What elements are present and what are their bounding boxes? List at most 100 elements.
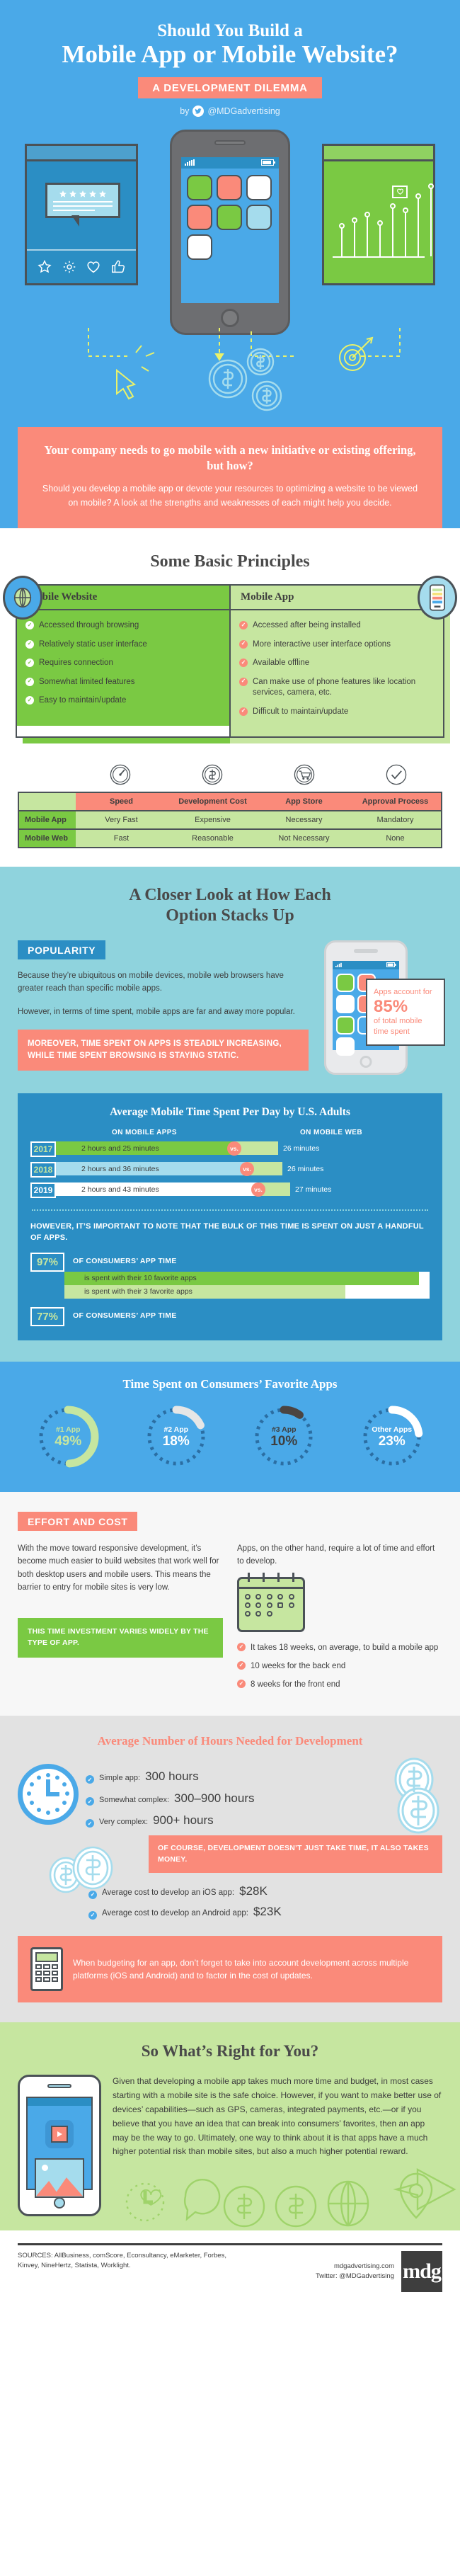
- check-icon: ✓: [239, 659, 248, 668]
- effort-cost-tag: EFFORT AND COST: [18, 1511, 138, 1531]
- list-item-label: Average cost to develop an Android app:: [102, 1909, 248, 1918]
- column-header: Development Cost: [178, 797, 247, 807]
- donut-label: #2 App: [163, 1425, 189, 1434]
- callout-value: 85%: [374, 996, 408, 1016]
- twitter-bird-icon: [192, 105, 205, 117]
- footer-website[interactable]: mdgadvertising.com: [316, 2262, 394, 2272]
- budget-text: When budgeting for an app, don’t forget …: [73, 1957, 409, 1981]
- column-body: ✓ Accessed through browsing ✓ Relatively s…: [17, 610, 229, 726]
- check-icon: ✓: [237, 1660, 246, 1670]
- hours-title: Average Number of Hours Needed for Devel…: [97, 1733, 363, 1748]
- app-icon: [187, 204, 212, 230]
- avg-time-title: Average Mobile Time Spent Per Day by U.S…: [110, 1105, 350, 1118]
- comparison-table: Mobile Website ✓ Accessed through browsin…: [16, 584, 444, 739]
- web-value: 26 minutes: [283, 1144, 320, 1153]
- check-icon: ✓: [86, 1797, 94, 1806]
- list-item: ✓ Average cost to develop an iOS app: $28K: [88, 1884, 442, 1899]
- hero-phone: [170, 129, 290, 335]
- chart-row-2019: 2019 2 hours and 43 minutes vs. 27 minut…: [30, 1182, 430, 1198]
- closer-title-line-2: Option Stacks Up: [166, 906, 294, 925]
- list-item-label: Available offline: [253, 659, 310, 668]
- vs-badge: vs.: [240, 1161, 254, 1176]
- effort-right-column: Apps, on the other hand, require a lot o…: [237, 1542, 442, 1697]
- fav-apps-97: 97% OF CONSUMERS’ APP TIME: [30, 1252, 430, 1272]
- conclusion-title: So What’s Right for You?: [141, 2042, 319, 2061]
- comparison-column-app: Mobile App ✓ Accessed after being install…: [229, 586, 443, 737]
- handful-note: HOWEVER, IT’S IMPORTANT TO NOTE THAT THE…: [30, 1221, 424, 1243]
- gear-icon: [63, 261, 75, 273]
- app-icon: [187, 174, 212, 200]
- clock-icon: [18, 1763, 79, 1825]
- donut-value: 23%: [378, 1433, 406, 1449]
- check-icon: ✓: [88, 1890, 97, 1899]
- review-bubble: [45, 182, 120, 227]
- app-icon: [217, 204, 242, 230]
- list-item: ✓ Average cost to develop an Android app:…: [88, 1905, 442, 1920]
- tablet-reviews: [25, 143, 138, 285]
- row-label: Mobile App: [19, 811, 76, 829]
- hero-devices-illustration: [14, 129, 446, 342]
- list-item: ✓ Difficult to maintain/update: [239, 707, 435, 718]
- check-icon: ✓: [86, 1819, 94, 1828]
- percent-label: OF CONSUMERS’ APP TIME: [73, 1256, 177, 1265]
- divider: [32, 1209, 428, 1211]
- list-item: ✓ Accessed after being installed: [239, 620, 435, 632]
- donut-label: Other Apps: [372, 1425, 413, 1434]
- favorites-title: Time Spent on Consumers’ Favorite Apps: [122, 1377, 338, 1391]
- chart-row-2017: 2017 2 hours and 25 minutes vs. 26 minut…: [30, 1141, 430, 1157]
- intro-section: Your company needs to go mobile with a n…: [0, 426, 460, 529]
- list-item-label: Easy to maintain/update: [39, 696, 127, 705]
- comparison-table-wrapper: Mobile Website ✓ Accessed through browsin…: [3, 576, 457, 744]
- heart-bubble-icon: [392, 185, 408, 198]
- title-line-2: Mobile App or Mobile Website?: [62, 40, 398, 68]
- popularity-block: POPULARITY Because they’re ubiquitous on…: [0, 926, 460, 1075]
- battery-icon: [386, 962, 396, 968]
- table-cell: Necessary: [285, 816, 323, 825]
- byline: by @MDGadvertising: [14, 105, 446, 117]
- footer-twitter[interactable]: Twitter: @MDGadvertising: [316, 2272, 394, 2281]
- check-icon: ✓: [237, 1642, 246, 1651]
- list-item-label: 10 weeks for the back end: [251, 1661, 346, 1670]
- bar-apps: 2 hours and 25 minutes: [56, 1141, 234, 1156]
- vs-badge: vs.: [227, 1141, 241, 1156]
- donut-label: #1 App: [55, 1425, 81, 1434]
- list-item-label: Accessed after being installed: [253, 621, 361, 630]
- table-cell: Very Fast: [105, 816, 138, 825]
- thumbs-up-icon: [111, 260, 125, 273]
- app-icon: [336, 973, 355, 992]
- list-item-value: 900+ hours: [153, 1813, 214, 1827]
- donut-app-3: #3 App 10%: [248, 1401, 319, 1472]
- shopping-cart-icon: [258, 763, 350, 786]
- fav-bar-track-77: is spent with their 3 favorite apps: [64, 1284, 430, 1299]
- development-hours-section: Average Number of Hours Needed for Devel…: [0, 1715, 460, 2023]
- footer-divider: [18, 2243, 442, 2246]
- matrix-icon-row: [18, 763, 442, 786]
- check-icon: ✓: [25, 659, 34, 668]
- twitter-handle: @MDGadvertising: [207, 106, 280, 116]
- check-icon: ✓: [239, 677, 248, 686]
- donut-other-apps: Other Apps 23%: [357, 1401, 427, 1472]
- matrix-table: Speed Development Cost App Store Approva…: [18, 792, 445, 852]
- small-coins-icon: [49, 1846, 113, 1893]
- intro-panel: Your company needs to go mobile with a n…: [18, 426, 442, 529]
- table-row: Mobile Web Fast Reasonable Not Necessary…: [19, 828, 441, 848]
- page-title: Should You Build a Mobile App or Mobile …: [14, 21, 446, 68]
- dollar-coin-icon: [166, 763, 258, 786]
- checkmark-circle-icon: [350, 763, 442, 786]
- sources-text: SOURCES: AllBusiness, comScore, Econsult…: [18, 2252, 226, 2270]
- principles-title: Some Basic Principles: [150, 552, 310, 571]
- app-icon: [336, 1015, 355, 1035]
- phone-media-icon: [18, 2075, 101, 2217]
- signal-bars-icon: [185, 159, 195, 166]
- list-item-label: Relatively static user interface: [39, 639, 147, 649]
- calculator-icon: [30, 1947, 63, 1992]
- table-cell: Not Necessary: [278, 834, 330, 843]
- list-item-label: Very complex:: [99, 1817, 149, 1826]
- tablet-toolbar: [27, 249, 136, 283]
- list-item-label: Simple app:: [99, 1773, 141, 1782]
- app-icon: [336, 1037, 355, 1056]
- column-header: Speed: [109, 797, 133, 807]
- fav-bar-77: is spent with their 3 favorite apps: [64, 1284, 346, 1299]
- legend-mobile-apps: ON MOBILE APPS: [112, 1128, 177, 1136]
- app-icon: [246, 174, 272, 200]
